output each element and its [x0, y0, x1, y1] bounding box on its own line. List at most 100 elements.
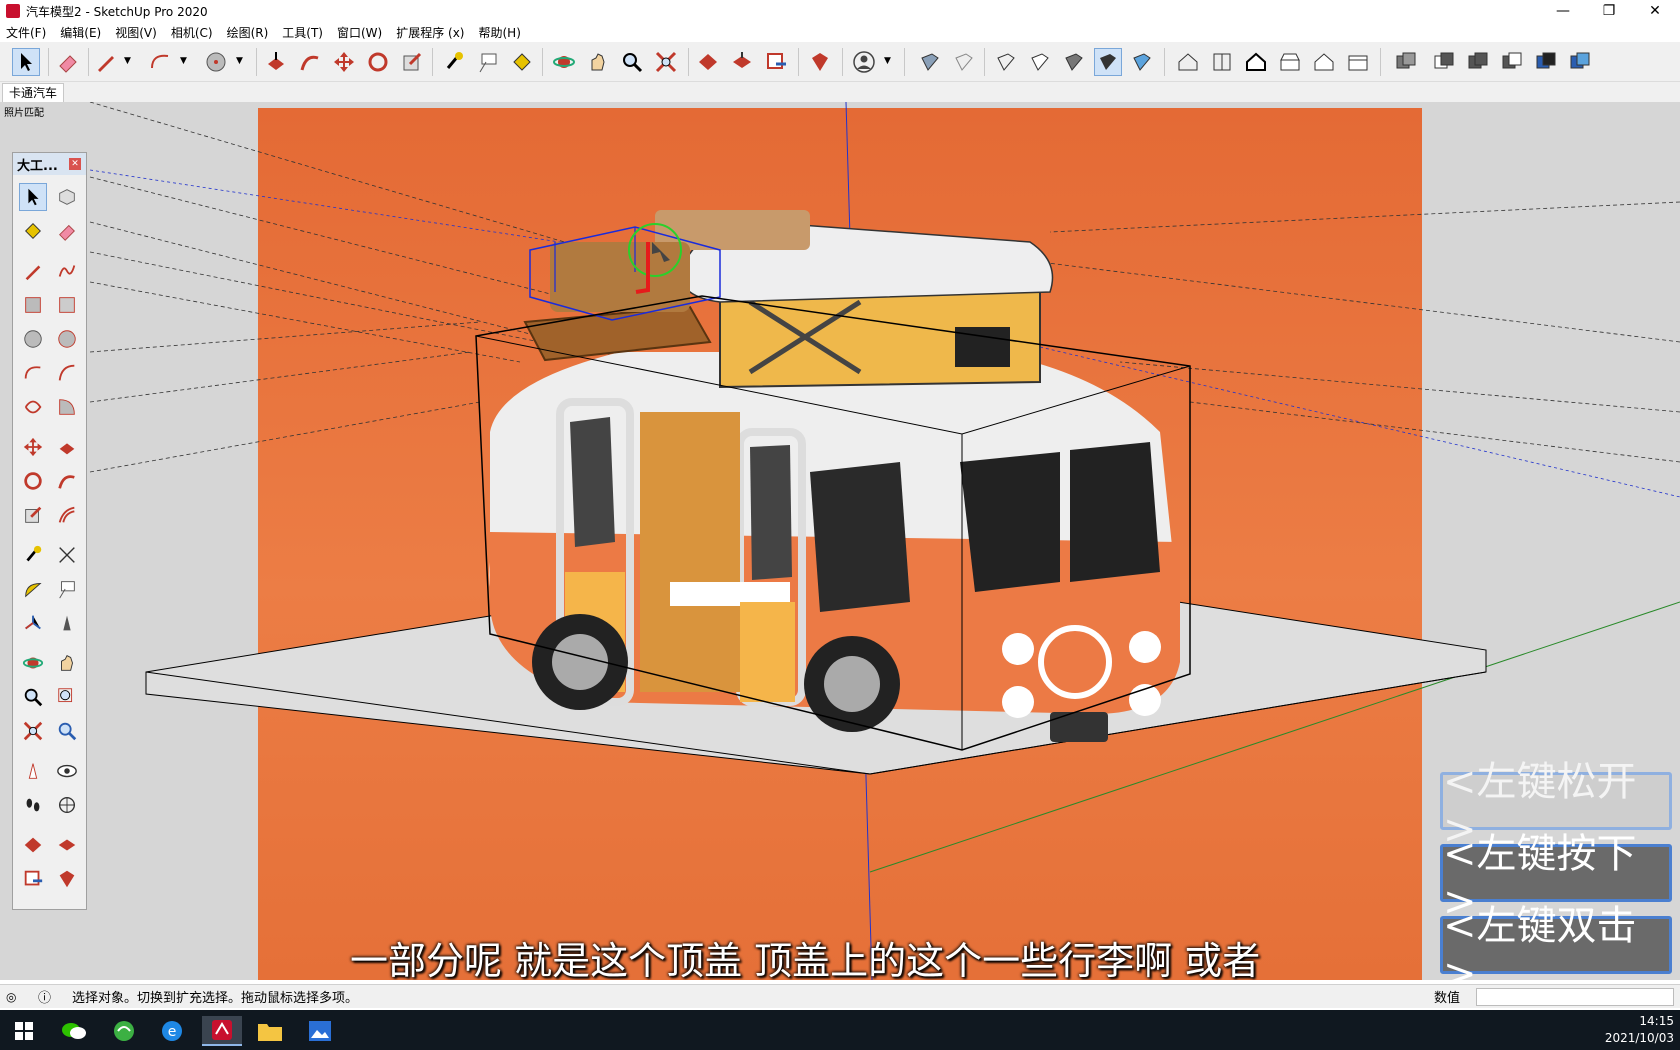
push-pull-button[interactable]	[262, 48, 290, 76]
solid-split-button[interactable]	[1566, 48, 1594, 76]
palette-select-button[interactable]	[19, 183, 47, 211]
shape-dropdown-icon[interactable]: ▼	[236, 56, 243, 66]
eraser-tool-button[interactable]	[54, 48, 82, 76]
style-wireframe-button[interactable]	[992, 48, 1020, 76]
palette-position-camera-button[interactable]	[19, 757, 47, 785]
palette-offset-button[interactable]	[53, 501, 81, 529]
palette-2pt-arc-button[interactable]	[53, 359, 81, 387]
account-dropdown-icon[interactable]: ▼	[884, 56, 891, 66]
view-left-button[interactable]	[1344, 48, 1372, 76]
menu-window[interactable]: 窗口(W)	[337, 24, 382, 41]
menu-extensions[interactable]: 扩展程序 (x)	[396, 24, 464, 41]
warehouse-button[interactable]	[694, 48, 722, 76]
share-model-button[interactable]	[728, 48, 756, 76]
palette-move-button[interactable]	[19, 433, 47, 461]
view-iso-button[interactable]	[1174, 48, 1202, 76]
text-tool-button[interactable]	[474, 48, 502, 76]
menu-file[interactable]: 文件(F)	[6, 24, 46, 41]
arc-tool-button[interactable]	[146, 48, 174, 76]
rotate-tool-button[interactable]	[364, 48, 392, 76]
menu-edit[interactable]: 编辑(E)	[60, 24, 101, 41]
system-clock[interactable]: 14:15 2021/10/03	[1605, 1013, 1674, 1047]
style-hidden-line-button[interactable]	[1026, 48, 1054, 76]
menu-view[interactable]: 视图(V)	[115, 24, 157, 41]
restore-button[interactable]: ❐	[1586, 0, 1632, 22]
taskbar-wechat[interactable]	[54, 1016, 94, 1046]
palette-zoom-extents-button[interactable]	[19, 717, 47, 745]
palette-polygon-button[interactable]	[53, 325, 81, 353]
taskbar-photos[interactable]	[300, 1016, 340, 1046]
palette-axes-button[interactable]	[19, 609, 47, 637]
taskbar-ie-browser[interactable]: e	[152, 1016, 192, 1046]
palette-text-button[interactable]	[53, 575, 81, 603]
palette-rectangle-button[interactable]	[19, 291, 47, 319]
palette-component-button[interactable]	[53, 183, 81, 211]
solid-subtract-button[interactable]	[1498, 48, 1526, 76]
scale-tool-button[interactable]	[398, 48, 426, 76]
palette-arc-button[interactable]	[19, 359, 47, 387]
palette-zoom-button[interactable]	[19, 683, 47, 711]
palette-rotate-button[interactable]	[19, 467, 47, 495]
menu-tools[interactable]: 工具(T)	[282, 24, 323, 41]
view-back-button[interactable]	[1310, 48, 1338, 76]
zoom-button[interactable]	[618, 48, 646, 76]
taskbar-file-explorer[interactable]	[250, 1016, 290, 1046]
palette-line-button[interactable]	[19, 257, 47, 285]
tape-measure-button[interactable]	[440, 48, 468, 76]
palette-rotated-rectangle-button[interactable]	[53, 291, 81, 319]
palette-pie-button[interactable]	[53, 393, 81, 421]
palette-scale-button[interactable]	[19, 501, 47, 529]
extension-warehouse-button[interactable]	[806, 48, 834, 76]
palette-previous-view-button[interactable]	[53, 717, 81, 745]
palette-zoom-window-button[interactable]	[53, 683, 81, 711]
geo-location-icon[interactable]: ◎	[6, 990, 16, 1004]
palette-section-plane-button[interactable]	[53, 791, 81, 819]
taskbar-sketchup[interactable]	[202, 1016, 242, 1046]
menu-help[interactable]: 帮助(H)	[478, 24, 520, 41]
menu-draw[interactable]: 绘图(R)	[227, 24, 269, 41]
palette-paint-button[interactable]	[19, 217, 47, 245]
move-tool-button[interactable]	[330, 48, 358, 76]
pan-button[interactable]	[584, 48, 612, 76]
view-front-button[interactable]	[1242, 48, 1270, 76]
style-textured-button[interactable]	[1094, 48, 1122, 76]
style-shaded-solid-button[interactable]	[1060, 48, 1088, 76]
taskbar-360-browser[interactable]	[104, 1016, 144, 1046]
palette-share-component-button[interactable]	[19, 865, 47, 893]
paint-bucket-button[interactable]	[508, 48, 536, 76]
palette-pan-button[interactable]	[53, 649, 81, 677]
follow-me-button[interactable]	[296, 48, 324, 76]
palette-extension-warehouse-button[interactable]	[53, 865, 81, 893]
solid-trim-button[interactable]	[1532, 48, 1560, 76]
solid-outer-shell-button[interactable]	[1392, 48, 1420, 76]
palette-tape-button[interactable]	[19, 541, 47, 569]
share-component-button[interactable]	[762, 48, 790, 76]
style-xray-button[interactable]	[950, 48, 978, 76]
arc-dropdown-icon[interactable]: ▼	[180, 56, 187, 66]
palette-freehand-button[interactable]	[53, 257, 81, 285]
view-right-button[interactable]	[1276, 48, 1304, 76]
scene-tab-cartoon-car[interactable]: 卡通汽车	[2, 83, 65, 102]
palette-orbit-button[interactable]	[19, 649, 47, 677]
zoom-extents-button[interactable]	[652, 48, 680, 76]
palette-push-pull-button[interactable]	[53, 433, 81, 461]
shape-tool-button[interactable]	[202, 48, 230, 76]
drawing-viewport[interactable]: 照片匹配 大工... ✕ 一部分呢 就是这个顶盖 顶盖上的这个一些行李啊 或者 …	[0, 102, 1680, 980]
minimize-button[interactable]: —	[1540, 0, 1586, 22]
info-icon[interactable]: ⓘ	[38, 987, 51, 1006]
style-shaded-button[interactable]	[916, 48, 944, 76]
palette-dimension-button[interactable]	[53, 541, 81, 569]
style-monochrome-button[interactable]	[1128, 48, 1156, 76]
palette-follow-me-button[interactable]	[53, 467, 81, 495]
solid-union-button[interactable]	[1464, 48, 1492, 76]
palette-3pt-arc-button[interactable]	[19, 393, 47, 421]
menu-camera[interactable]: 相机(C)	[171, 24, 213, 41]
palette-eraser-button[interactable]	[53, 217, 81, 245]
palette-share-model-button[interactable]	[53, 831, 81, 859]
measurements-input[interactable]	[1476, 988, 1674, 1006]
select-tool-button[interactable]	[12, 48, 40, 76]
orbit-button[interactable]	[550, 48, 578, 76]
line-tool-button[interactable]	[92, 48, 120, 76]
view-top-button[interactable]	[1208, 48, 1236, 76]
start-button[interactable]	[4, 1016, 44, 1046]
